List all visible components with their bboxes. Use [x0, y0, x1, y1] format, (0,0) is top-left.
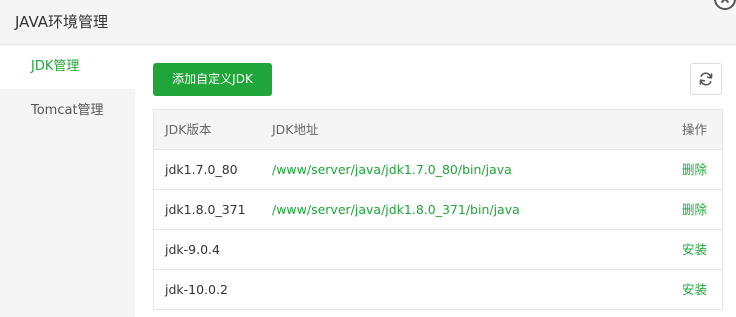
- jdk-path: /www/server/java/jdk1.7.0_80/bin/java: [272, 162, 512, 177]
- table-row: jdk1.7.0_80 /www/server/java/jdk1.7.0_80…: [154, 150, 722, 190]
- jdk-version: jdk1.7.0_80: [165, 162, 238, 177]
- install-button[interactable]: 安装: [682, 230, 707, 270]
- java-env-dialog: JAVA环境管理 JDK管理 Tomcat管理 添加自定义JDK JDK版本 J…: [0, 0, 736, 317]
- install-button[interactable]: 安装: [682, 270, 707, 310]
- jdk-version: jdk1.8.0_371: [165, 202, 246, 217]
- table-header-row: JDK版本 JDK地址 操作: [154, 110, 722, 150]
- header-path: JDK地址: [272, 122, 319, 137]
- refresh-icon: [699, 72, 713, 86]
- header-version: JDK版本: [165, 122, 212, 137]
- sidebar: JDK管理 Tomcat管理: [0, 45, 135, 317]
- table-row: jdk1.8.0_371 /www/server/java/jdk1.8.0_3…: [154, 190, 722, 230]
- table-row: jdk-10.0.2 安装: [154, 270, 722, 310]
- dialog-title: JAVA环境管理: [15, 13, 109, 31]
- delete-button[interactable]: 删除: [682, 190, 707, 230]
- jdk-path: /www/server/java/jdk1.8.0_371/bin/java: [272, 202, 520, 217]
- jdk-version: jdk-10.0.2: [165, 282, 228, 297]
- table-row: jdk-9.0.4 安装: [154, 230, 722, 270]
- add-custom-jdk-button[interactable]: 添加自定义JDK: [153, 63, 272, 96]
- refresh-button[interactable]: [690, 63, 722, 95]
- jdk-version: jdk-9.0.4: [165, 242, 220, 257]
- jdk-table: JDK版本 JDK地址 操作 jdk1.7.0_80 /www/server/j…: [153, 109, 723, 310]
- sidebar-item-tomcat[interactable]: Tomcat管理: [0, 89, 135, 133]
- header-action: 操作: [681, 122, 707, 137]
- delete-button[interactable]: 删除: [682, 150, 707, 190]
- sidebar-item-jdk[interactable]: JDK管理: [0, 45, 135, 89]
- dialog-titlebar: JAVA环境管理: [0, 0, 736, 45]
